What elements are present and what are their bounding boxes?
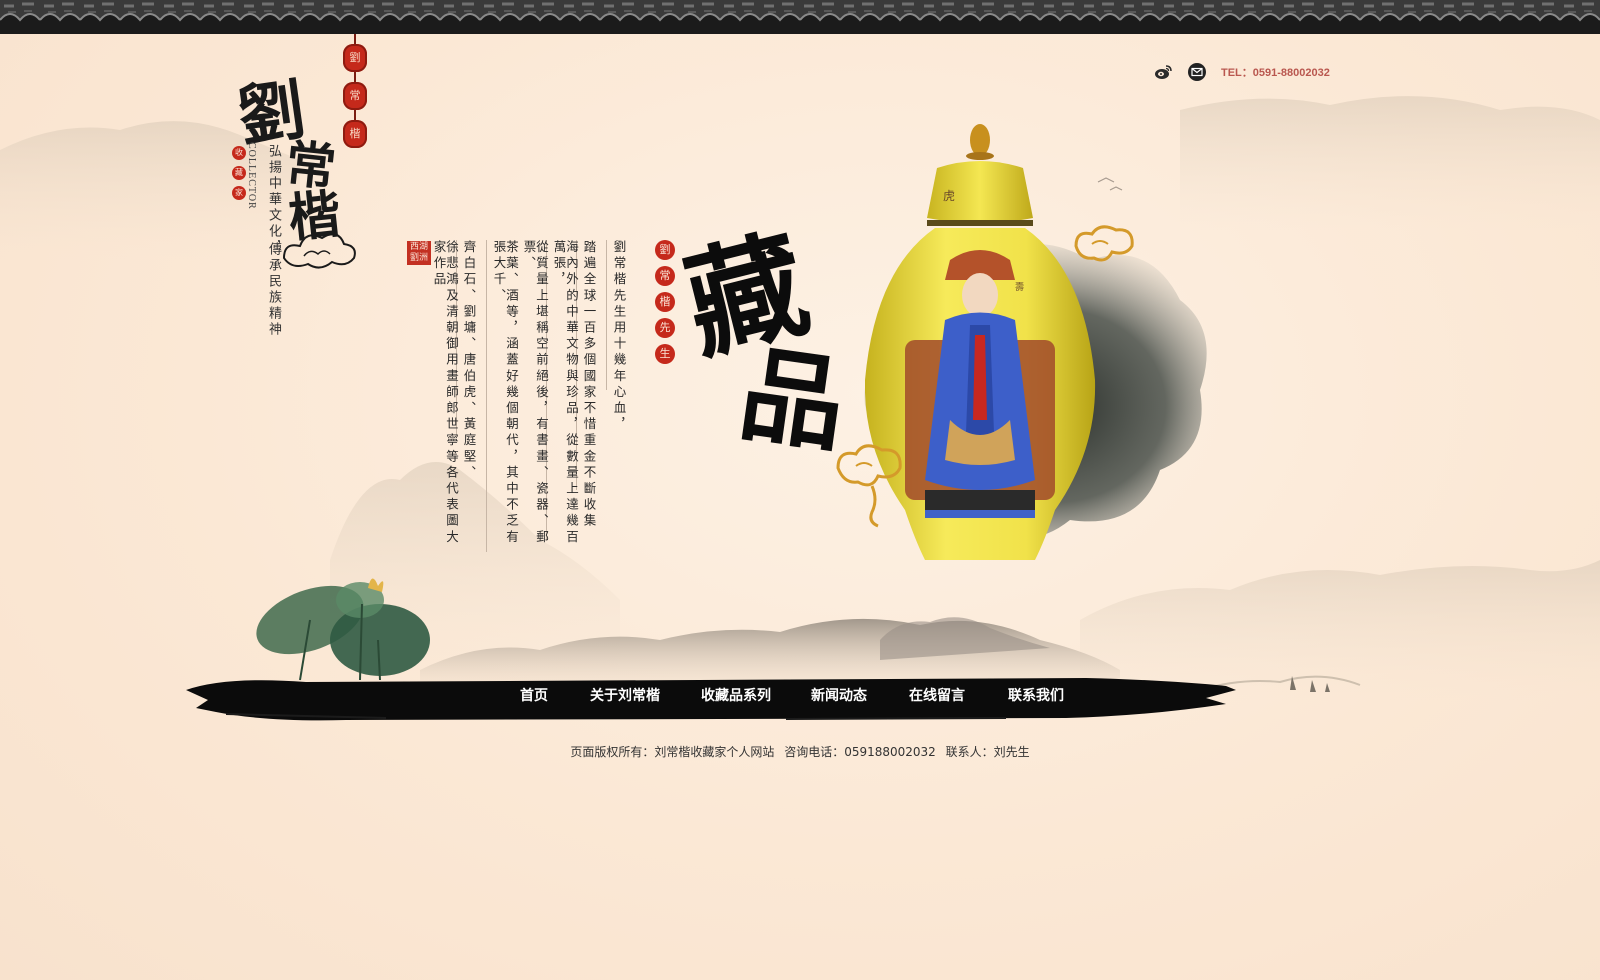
- round-seal: 楷: [655, 292, 675, 312]
- nav-item-news[interactable]: 新闻动态: [811, 685, 867, 705]
- weibo-icon[interactable]: [1154, 63, 1172, 81]
- nav-item-message[interactable]: 在线留言: [909, 685, 965, 705]
- nav-item-home[interactable]: 首页: [520, 685, 548, 705]
- cloud-ornament-icon: [282, 233, 356, 269]
- nav-item-collection[interactable]: 收藏品系列: [701, 685, 771, 705]
- poem-divider: [606, 240, 607, 390]
- round-seal: 常: [655, 266, 675, 286]
- svg-text:壽: 壽: [1015, 281, 1024, 293]
- footer-phone: 咨询电话：059188002032: [784, 745, 936, 759]
- auspicious-cloud-icon: [836, 444, 902, 528]
- footer-copyright: 页面版权所有：刘常楷收藏家个人网站: [570, 745, 775, 759]
- site-logo[interactable]: 劉 常 楷 劉 常 楷 收 藏 家 COLLECTOR 弘揚中華文化， 傳承民族…: [230, 34, 370, 344]
- main-nav: 首页 关于刘常楷 收藏品系列 新闻动态 在线留言 联系我们: [0, 685, 1600, 709]
- collector-seal: 收: [232, 146, 246, 160]
- lotus-painting: [256, 578, 430, 681]
- poem-column: 從質量上堪稱空前絕後，有書畫、瓷器、郵票、: [521, 240, 550, 546]
- poem-column: 徐悲鴻及清朝御用畫師郎世寧等各代表圖大家作品: [431, 240, 460, 546]
- poem-column: 海內外的中華文物與珍品，從數量上達幾百萬張，: [551, 240, 580, 546]
- auspicious-cloud-icon: [1074, 225, 1134, 262]
- title-seal-column: 劉 常 楷 先 生: [655, 240, 675, 370]
- nav-item-contact[interactable]: 联系我们: [1008, 685, 1064, 705]
- footer: 页面版权所有：刘常楷收藏家个人网站 咨询电话：059188002032 联系人：…: [0, 743, 1600, 760]
- round-seal: 生: [655, 344, 675, 364]
- nav-item-about[interactable]: 关于刘常楷: [590, 685, 660, 705]
- poem-column: 齊白石、劉墉、唐伯虎、黃庭堅、: [461, 240, 477, 482]
- header-phone: TEL：0591-88002032: [1221, 67, 1330, 79]
- svg-text:虎: 虎: [943, 189, 955, 203]
- poem-column: 踏遍全球一百多個國家不惜重金不斷收集: [581, 240, 597, 530]
- collector-seal: 藏: [232, 166, 246, 180]
- poem-column: 劉常楷先生用十幾年心血，: [611, 240, 627, 434]
- lantern: 劉: [343, 44, 367, 72]
- poem-column: 茶葉、酒等，涵蓋好幾個朝代，其中不乏有張大千、: [491, 240, 520, 546]
- page: 劉 常 楷 劉 常 楷 收 藏 家 COLLECTOR 弘揚中華文化， 傳承民族…: [0, 0, 1600, 980]
- poem-divider: [486, 240, 487, 552]
- lantern: 楷: [343, 120, 367, 148]
- collector-seal: 家: [232, 186, 246, 200]
- collector-label: COLLECTOR: [246, 142, 257, 210]
- footer-contact: 联系人：刘先生: [945, 745, 1030, 759]
- lantern: 常: [343, 82, 367, 110]
- square-seal: 西湖劉洲: [407, 241, 431, 265]
- round-seal: 先: [655, 318, 675, 338]
- mail-icon[interactable]: [1188, 63, 1206, 81]
